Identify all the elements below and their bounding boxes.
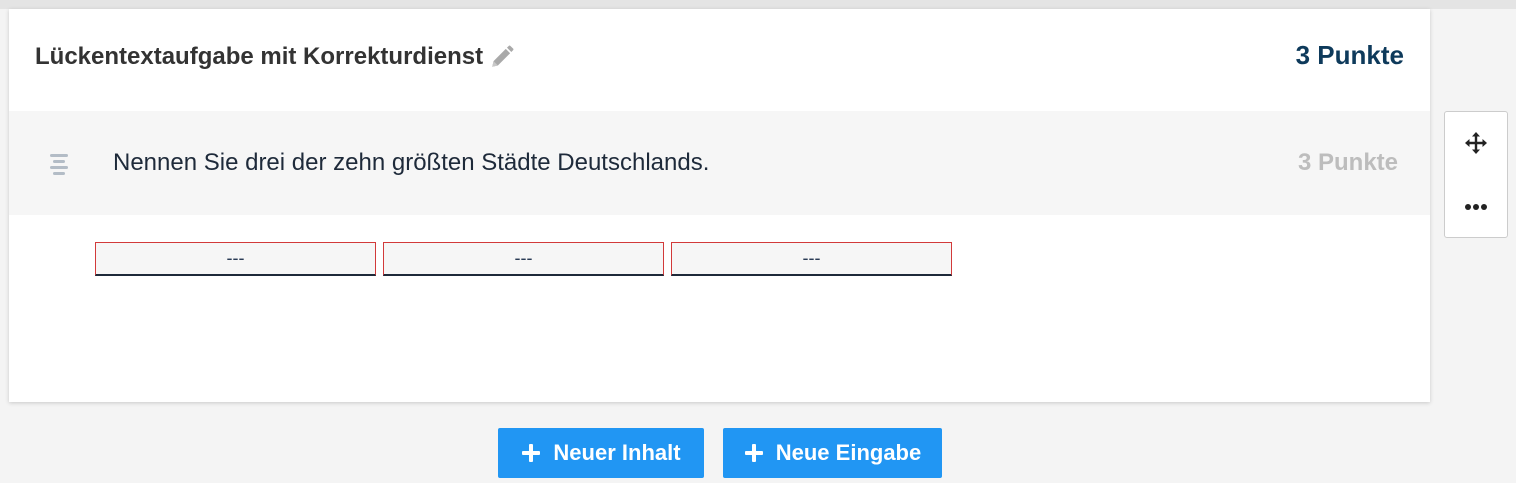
task-title: Lückentextaufgabe mit Korrekturdienst xyxy=(35,43,484,70)
ellipsis-icon[interactable] xyxy=(1445,192,1507,222)
question-points: 3 Punkte xyxy=(1297,149,1398,176)
plus-icon xyxy=(521,443,541,463)
gap-field-1[interactable]: --- xyxy=(95,242,376,276)
move-arrows-icon[interactable] xyxy=(1445,128,1507,158)
top-strip xyxy=(0,0,1516,9)
gap-field-2[interactable]: --- xyxy=(383,242,664,276)
new-content-label: Neuer Inhalt xyxy=(553,440,681,465)
new-input-button[interactable]: Neue Eingabe xyxy=(723,428,942,478)
task-points: 3 Punkte xyxy=(1295,40,1404,70)
pencil-icon[interactable] xyxy=(489,44,515,70)
task-title-wrap: Lückentextaufgabe mit Korrekturdienst xyxy=(35,43,515,71)
plus-icon xyxy=(744,443,764,463)
task-header: Lückentextaufgabe mit Korrekturdienst 3 … xyxy=(9,9,1430,111)
task-card: Lückentextaufgabe mit Korrekturdienst 3 … xyxy=(9,9,1430,402)
gap-field-3[interactable]: --- xyxy=(671,242,952,276)
text-align-icon[interactable] xyxy=(47,153,71,180)
new-input-label: Neue Eingabe xyxy=(775,440,922,465)
new-content-button[interactable]: Neuer Inhalt xyxy=(498,428,704,478)
gap-fields: --- --- --- xyxy=(95,242,959,276)
question-text: Nennen Sie drei der zehn größten Städte … xyxy=(113,149,710,176)
side-toolbar xyxy=(1444,111,1508,238)
question-block: Nennen Sie drei der zehn größten Städte … xyxy=(9,111,1430,215)
